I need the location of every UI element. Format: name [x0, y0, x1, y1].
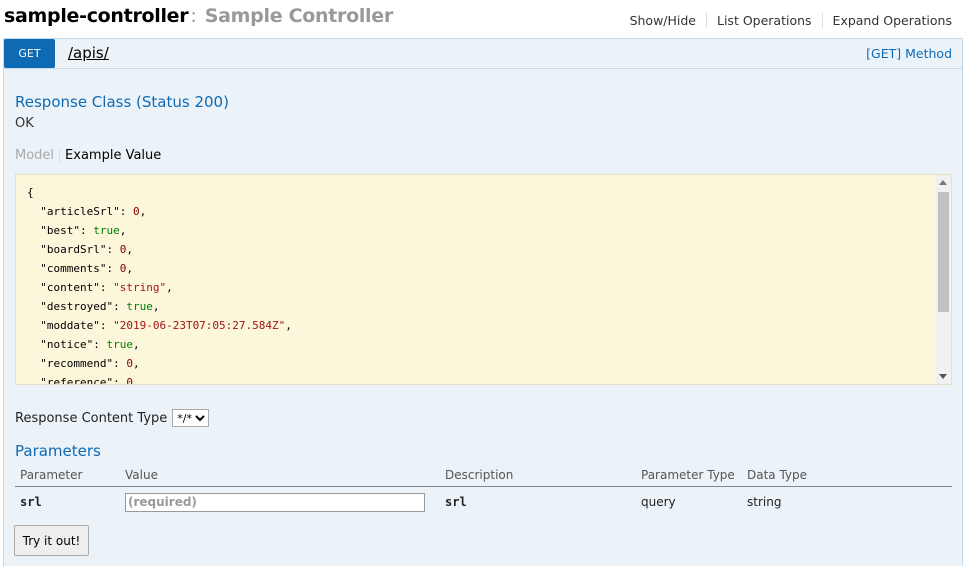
json-key: "comments": — [27, 262, 120, 275]
json-line: "recommend": 0, — [27, 357, 140, 370]
operation-method-note[interactable]: [GET] Method — [866, 46, 952, 61]
tab-model[interactable]: Model — [15, 148, 61, 163]
resource-description: Sample Controller — [204, 5, 393, 27]
col-parameter-type: Parameter Type — [636, 464, 742, 487]
json-value: true — [93, 224, 120, 237]
json-key: "best": — [27, 224, 94, 237]
resource-header: sample-controller: Sample Controller Sho… — [0, 0, 970, 38]
json-line: { — [27, 186, 34, 199]
scroll-down-icon[interactable] — [939, 374, 947, 379]
param-srl-input[interactable] — [125, 492, 425, 512]
response-content-type-select[interactable]: */* — [172, 409, 210, 427]
response-content-type-label: Response Content Type — [15, 410, 168, 426]
param-name: srl — [20, 495, 42, 509]
json-key: "moddate": — [27, 319, 114, 332]
parameters-header-row: Parameter Value Description Parameter Ty… — [15, 464, 952, 487]
json-line: "destroyed": true, — [27, 300, 160, 313]
json-line: "boardSrl": 0, — [27, 243, 133, 256]
operation-panel: GET /apis/ [GET] Method Response Class (… — [3, 38, 963, 566]
json-key: "recommend": — [27, 357, 127, 370]
json-value: true — [126, 300, 153, 313]
tab-example-value[interactable]: Example Value — [60, 148, 161, 163]
vertical-scrollbar[interactable] — [936, 175, 951, 384]
json-line: "notice": true, — [27, 338, 140, 351]
resource-name[interactable]: sample-controller — [4, 5, 189, 27]
json-key: "boardSrl": — [27, 243, 120, 256]
scroll-up-icon[interactable] — [939, 180, 947, 185]
json-value: 0 — [132, 205, 140, 218]
json-key: "content": — [27, 281, 114, 294]
json-line: "moddate": "2019-06-23T07:05:27.584Z", — [27, 319, 292, 332]
json-key: "reference": — [27, 376, 127, 385]
json-line: "content": "string", — [27, 281, 173, 294]
resource-options: Show/Hide List Operations Expand Operati… — [620, 13, 952, 28]
operation-heading[interactable]: GET /apis/ [GET] Method — [4, 39, 962, 69]
param-data-type: string — [747, 495, 782, 509]
resource-separator: : — [190, 5, 197, 27]
show-hide-link[interactable]: Show/Hide — [620, 13, 707, 28]
example-value-box[interactable]: { "articleSrl": 0, "best": true, "boardS… — [15, 174, 952, 385]
try-it-out-button[interactable]: Try it out! — [14, 525, 89, 556]
json-value: 0 — [119, 262, 127, 275]
json-line: "comments": 0, — [27, 262, 133, 275]
json-value: 0 — [119, 243, 127, 256]
json-key: "articleSrl": — [27, 205, 133, 218]
json-key: "notice": — [27, 338, 107, 351]
json-line: "articleSrl": 0, — [27, 205, 147, 218]
example-json: { "articleSrl": 0, "best": true, "boardS… — [27, 183, 292, 385]
col-data-type: Data Type — [742, 464, 952, 487]
col-value: Value — [120, 464, 440, 487]
expand-operations-link[interactable]: Expand Operations — [823, 13, 952, 28]
col-parameter: Parameter — [15, 464, 120, 487]
response-content-type: Response Content Type */* — [15, 409, 210, 427]
parameters-table: Parameter Value Description Parameter Ty… — [15, 464, 952, 517]
response-class-title: Response Class (Status 200) — [15, 93, 229, 111]
resource-title[interactable]: sample-controller: Sample Controller — [4, 5, 393, 27]
parameters-title: Parameters — [15, 442, 101, 460]
operation-path[interactable]: /apis/ — [68, 44, 109, 62]
json-value: "2019-06-23T07:05:27.584Z" — [113, 319, 286, 332]
list-operations-link[interactable]: List Operations — [707, 13, 823, 28]
json-value: 0 — [126, 357, 133, 370]
response-class-status: OK — [15, 116, 34, 131]
table-row: srl srl query string — [15, 487, 952, 518]
json-key: "destroyed": — [27, 300, 127, 313]
param-value-cell — [120, 487, 440, 518]
scrollbar-thumb[interactable] — [938, 192, 949, 312]
json-line: "best": true, — [27, 224, 127, 237]
json-value: 0 — [126, 376, 133, 385]
model-tabs: Model Example Value — [15, 148, 161, 163]
col-description: Description — [440, 464, 636, 487]
json-line: "reference": 0, — [27, 373, 292, 385]
http-method-badge[interactable]: GET — [4, 39, 55, 68]
param-type: query — [641, 495, 676, 509]
param-description: srl — [445, 495, 467, 509]
json-value: "string" — [113, 281, 167, 294]
json-value: true — [106, 338, 133, 351]
